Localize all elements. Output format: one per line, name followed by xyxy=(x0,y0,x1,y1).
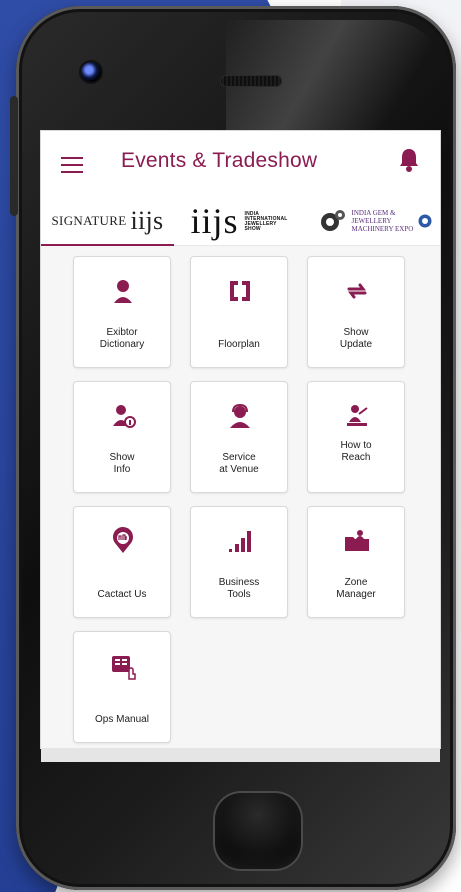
tile-floorplan[interactable]: Floorplan xyxy=(190,256,288,368)
bell-icon[interactable] xyxy=(398,147,420,173)
tile-zone-manager[interactable]: Zone Manager xyxy=(307,506,405,618)
iijs-subtitle: INDIA INTERNATIONAL JEWELLERY SHOW xyxy=(244,211,288,232)
tile-how-to-reach[interactable]: How to Reach xyxy=(307,381,405,493)
tile-service-at-venue[interactable]: Service at Venue xyxy=(190,381,288,493)
tab-signature-label: SIGNATURE xyxy=(51,213,127,228)
iijs-logo: iijs INDIA INTERNATIONAL JEWELLERY SHOW xyxy=(190,201,290,241)
tile-label-line1: Ops Manual xyxy=(95,714,149,725)
tile-contact-us[interactable]: Cactact Us xyxy=(73,506,171,618)
tile-label-line2: at Venue xyxy=(219,464,259,475)
tab-signature-mark: iijs xyxy=(130,206,164,235)
tile-label-line2: Info xyxy=(113,464,131,475)
bar-chart-icon xyxy=(229,531,251,552)
home-button[interactable] xyxy=(213,791,303,871)
tile-show-info[interactable]: Show Info xyxy=(73,381,171,493)
tile-label: Business Tools xyxy=(195,577,283,601)
tile-label-line2: Tools xyxy=(227,589,251,600)
gear-icon xyxy=(320,210,345,231)
event-tabs: SIGNATURE iijs iijs INDIA INTERNATIONAL … xyxy=(41,197,440,246)
tile-label-line2: Manager xyxy=(336,589,376,600)
tile-label: Service at Venue xyxy=(195,452,283,476)
tile-label: Show Update xyxy=(312,327,400,351)
manual-touch-icon xyxy=(112,656,136,680)
tile-label-line2: Update xyxy=(339,339,373,350)
person-icon xyxy=(114,280,132,303)
floorplan-icon xyxy=(230,281,250,301)
igjme-title: INDIA GEM & JEWELLERY MACHINERY EXPO xyxy=(351,209,414,233)
tile-label-line1: Cactact Us xyxy=(97,589,147,600)
tile-label: Exibtor Dictionary xyxy=(78,327,166,351)
tile-label: Zone Manager xyxy=(312,577,400,601)
edition-badge-icon xyxy=(418,214,431,228)
tile-label-line1: Show xyxy=(109,452,135,463)
info-person-icon xyxy=(113,405,136,428)
tab-iijs[interactable]: iijs INDIA INTERNATIONAL JEWELLERY SHOW xyxy=(174,197,307,245)
tile-label-line1: Show xyxy=(343,327,369,338)
tab-signature-iijs[interactable]: SIGNATURE iijs xyxy=(41,197,174,246)
app-screen: Events & Tradeshow SIGNATURE iijs iijs I… xyxy=(41,131,440,748)
tile-exhibitor-dictionary[interactable]: Exibtor Dictionary xyxy=(73,256,171,368)
iijs-mark: iijs xyxy=(190,201,239,241)
screen-bottom-strip xyxy=(41,748,440,762)
refresh-icon xyxy=(347,283,367,299)
tile-label: Show Info xyxy=(78,452,166,476)
tile-show-update[interactable]: Show Update xyxy=(307,256,405,368)
app-title: Events & Tradeshow xyxy=(121,149,318,172)
hamburger-menu-icon[interactable] xyxy=(61,157,83,173)
headset-person-icon xyxy=(230,403,250,428)
tile-label-line1: Service xyxy=(222,452,256,463)
tile-label: Floorplan xyxy=(195,339,283,351)
tile-label-line2: Dictionary xyxy=(99,339,145,350)
tile-business-tools[interactable]: Business Tools xyxy=(190,506,288,618)
tile-label: Cactact Us xyxy=(78,589,166,601)
tile-ops-manual[interactable]: Ops Manual xyxy=(73,631,171,743)
tile-label: Ops Manual xyxy=(78,714,166,726)
tile-label-line1: Business xyxy=(218,577,260,588)
tile-label-line1: Zone xyxy=(344,577,368,588)
app-header: Events & Tradeshow xyxy=(41,131,440,197)
tile-label-line1: Floorplan xyxy=(218,339,260,350)
earpiece-speaker xyxy=(220,75,282,87)
folder-person-icon xyxy=(345,530,369,551)
location-pin-icon xyxy=(113,527,133,553)
signature-iijs-logo: SIGNATURE iijs xyxy=(51,206,164,235)
tile-label-line2: Reach xyxy=(341,452,371,463)
tile-label: How to Reach xyxy=(312,440,400,464)
igjme-logo: INDIA GEM & JEWELLERY MACHINERY EXPO xyxy=(316,207,432,235)
tile-label-line1: How to xyxy=(340,440,372,451)
tile-label-line1: Exibtor xyxy=(106,327,138,338)
presentation-icon xyxy=(347,405,368,426)
front-camera-icon xyxy=(81,62,101,82)
tab-igjme[interactable]: INDIA GEM & JEWELLERY MACHINERY EXPO xyxy=(307,197,440,245)
